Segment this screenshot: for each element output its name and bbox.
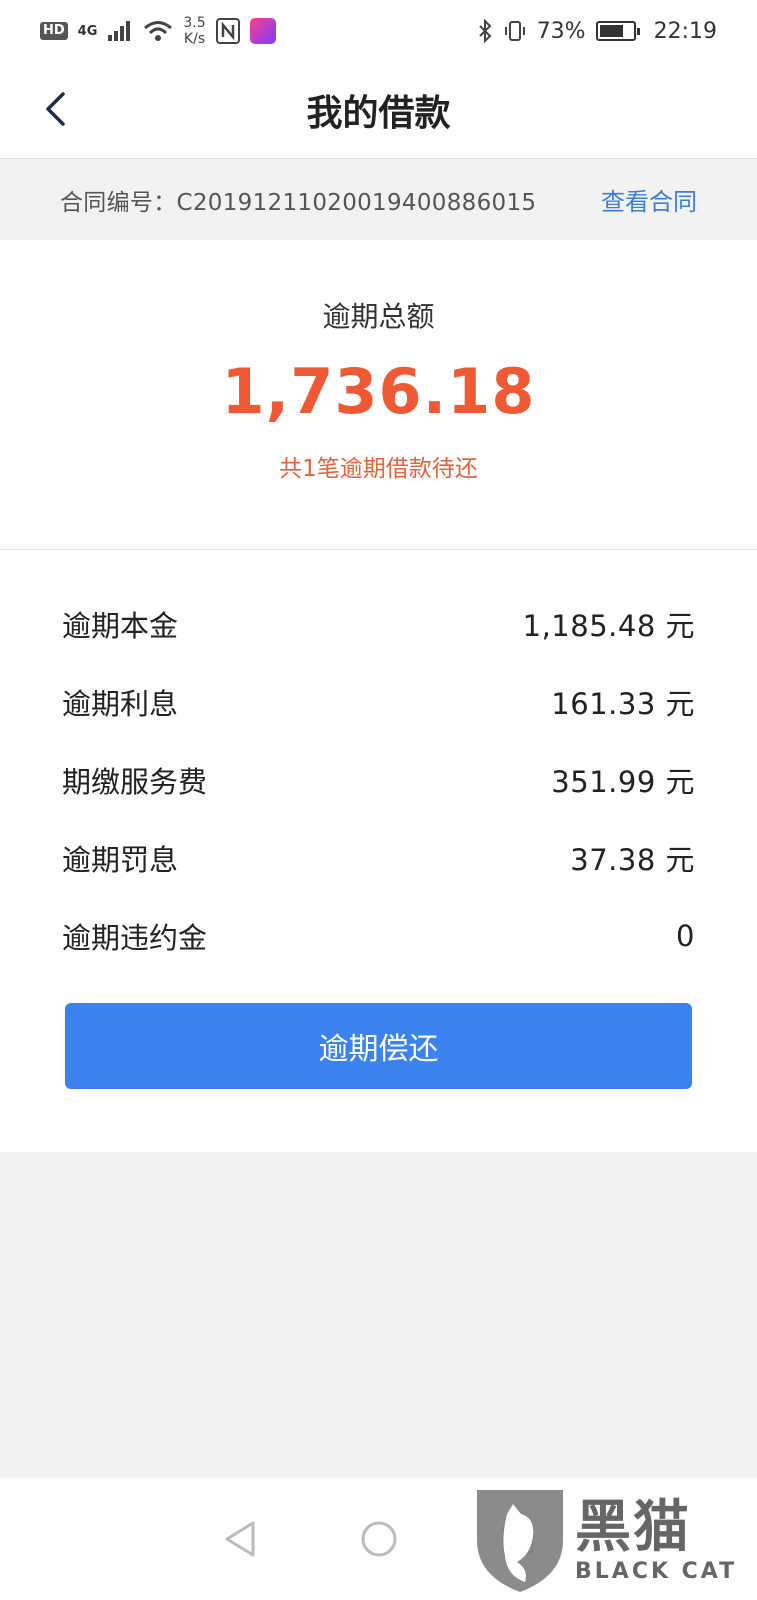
back-triangle-icon [225,1521,254,1557]
detail-row-principal: 逾期本金 1,185.48 元 [62,585,695,663]
clock: 22:19 [653,18,717,44]
detail-label: 期缴服务费 [62,765,208,799]
speed-value: 3.5 [183,15,206,31]
nav-home-button[interactable] [349,1509,409,1569]
page-title: 我的借款 [306,93,451,134]
home-circle-icon [361,1521,396,1557]
contract-number: C20191211020019400886015 [176,189,537,216]
loan-card: 逾期总额 1,736.18 共1笔逾期借款待还 逾期本金 1,185.48 元 … [0,240,757,1152]
bluetooth-icon [478,19,492,43]
cat-shield-logo-icon [477,1490,563,1592]
overdue-total-label: 逾期总额 [322,300,435,333]
app-header: 我的借款 [0,62,757,158]
status-bar-left: HD 4G 3.5 K/s [40,15,276,47]
detail-value: 161.33 元 [551,687,695,721]
detail-label: 逾期利息 [62,687,179,721]
hd-badge: HD [40,22,68,40]
detail-value: 37.38 元 [570,843,695,877]
detail-value: 0 [676,919,695,953]
detail-row-interest: 逾期利息 161.33 元 [62,663,695,741]
contract-label: 合同编号： [60,189,177,216]
watermark-cn: 黑猫 [575,1494,691,1560]
overdue-count-note: 共1笔逾期借款待还 [279,456,478,482]
overdue-detail-list: 逾期本金 1,185.48 元 逾期利息 161.33 元 期缴服务费 351.… [0,550,757,975]
wifi-icon [144,21,173,41]
battery-percent: 73% [536,18,586,44]
overdue-repay-button[interactable]: 逾期偿还 [65,1003,692,1089]
overdue-summary: 逾期总额 1,736.18 共1笔逾期借款待还 [0,240,757,550]
detail-label: 逾期罚息 [62,843,179,877]
black-cat-watermark: 黑猫 BLACK CAT [471,1484,749,1596]
vibrate-icon [504,21,525,41]
detail-value: 351.99 元 [551,765,695,799]
network-type: 4G [77,23,98,39]
view-contract-link[interactable]: 查看合同 [601,182,697,217]
detail-row-penalty-interest: 逾期罚息 37.38 元 [62,819,695,897]
detail-row-service-fee: 期缴服务费 351.99 元 [62,741,695,819]
speed-unit: K/s [183,31,206,47]
detail-label: 逾期本金 [62,609,179,643]
contract-info: 合同编号：C20191211020019400886015 [60,183,536,217]
overdue-total-amount: 1,736.18 [221,355,536,428]
watermark-en: BLACK CAT [575,1558,738,1584]
detail-value: 1,185.48 元 [522,609,695,643]
nav-back-button[interactable] [210,1509,270,1569]
chevron-left-icon [46,92,65,126]
back-button[interactable] [30,84,80,134]
signal-icon [108,21,131,41]
battery-icon [595,21,640,41]
watermark-text: 黑猫 BLACK CAT [575,1494,738,1584]
contract-bar: 合同编号：C20191211020019400886015 查看合同 [0,158,757,240]
nfc-icon [215,18,240,44]
video-app-icon [249,18,276,44]
detail-label: 逾期违约金 [62,921,208,955]
network-speed: 3.5 K/s [183,15,205,47]
status-bar-right: 73% 22:19 [477,19,717,44]
detail-row-liquidated-damages: 逾期违约金 0 [62,897,695,975]
status-bar: HD 4G 3.5 K/s 73% 22:19 [0,0,757,62]
